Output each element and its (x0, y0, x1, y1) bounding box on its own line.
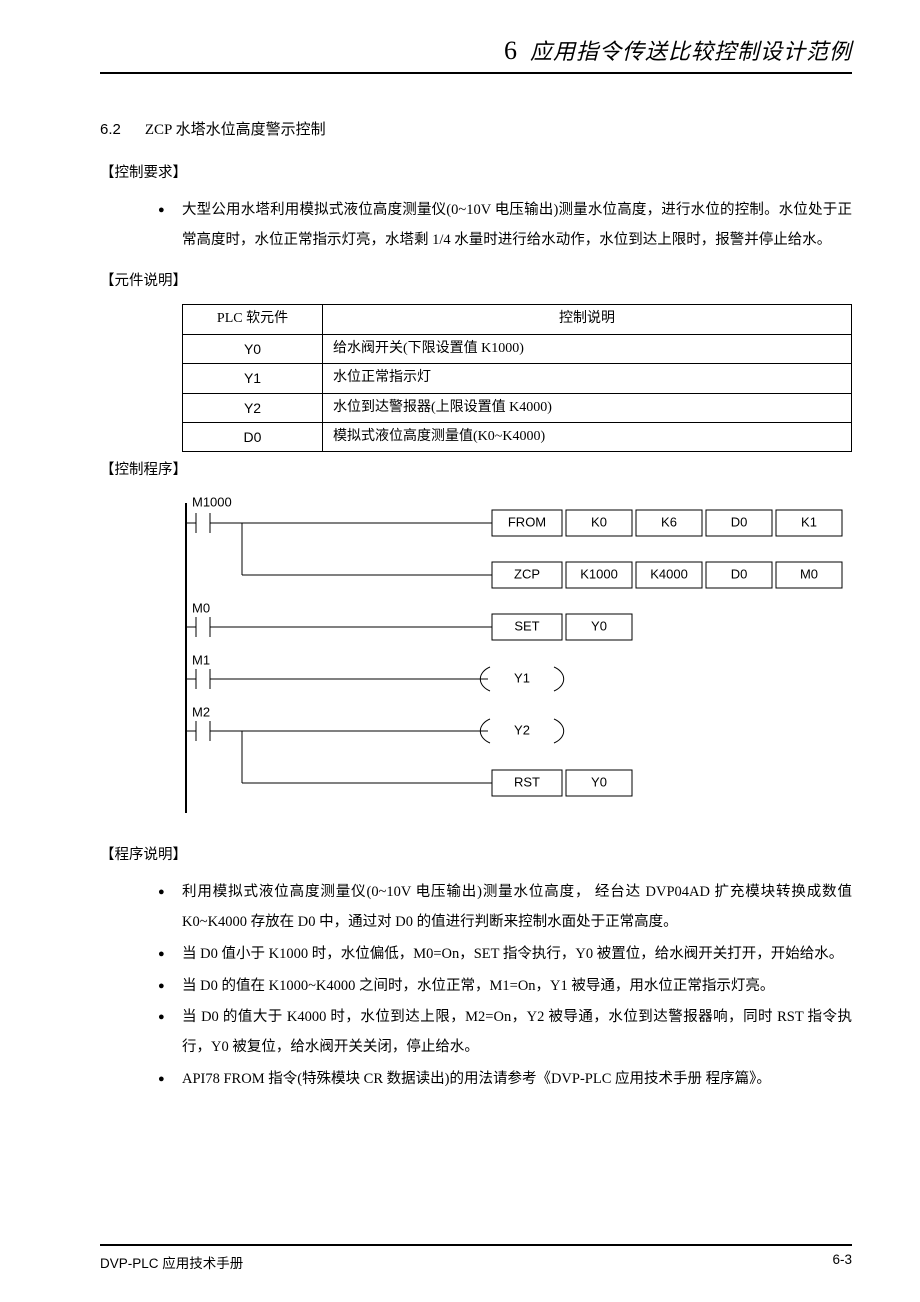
svg-text:M2: M2 (192, 705, 210, 720)
svg-text:ZCP: ZCP (514, 567, 540, 582)
footer-left: DVP-PLC 应用技术手册 (100, 1252, 243, 1272)
list-item: 大型公用水塔利用模拟式液位高度测量仪(0~10V 电压输出)测量水位高度，进行水… (182, 196, 852, 255)
component-table: PLC 软元件 控制说明 Y0给水阀开关(下限设置值 K1000) Y1水位正常… (182, 304, 852, 452)
svg-text:M0: M0 (800, 567, 818, 582)
svg-text:FROM: FROM (508, 515, 546, 530)
table-row: D0模拟式液位高度测量值(K0~K4000) (183, 423, 852, 452)
svg-text:K6: K6 (661, 515, 677, 530)
table-header: 控制说明 (323, 305, 852, 334)
table-row: Y2水位到达警报器(上限设置值 K4000) (183, 393, 852, 422)
svg-text:K0: K0 (591, 515, 607, 530)
chapter-title: 应用指令传送比较控制设计范例 (530, 39, 852, 64)
svg-text:Y0: Y0 (591, 775, 607, 790)
svg-text:Y2: Y2 (514, 723, 530, 738)
svg-text:K4000: K4000 (650, 567, 688, 582)
list-item: 当 D0 值小于 K1000 时，水位偏低，M0=On，SET 指令执行，Y0 … (182, 940, 852, 970)
svg-text:K1: K1 (801, 515, 817, 530)
svg-text:K1000: K1000 (580, 567, 618, 582)
page-footer: DVP-PLC 应用技术手册 6-3 (100, 1244, 852, 1272)
table-row: Y1水位正常指示灯 (183, 364, 852, 393)
svg-text:RST: RST (514, 775, 540, 790)
requirements-list: 大型公用水塔利用模拟式液位高度测量仪(0~10V 电压输出)测量水位高度，进行水… (100, 196, 852, 255)
chapter-number: 6 (504, 36, 518, 65)
svg-text:M1: M1 (192, 653, 210, 668)
rung-2: ZCP K1000 K4000 D0 M0 (242, 562, 842, 588)
svg-text:Y0: Y0 (591, 619, 607, 634)
subhead-components: 【元件说明】 (100, 269, 852, 290)
subhead-requirements: 【控制要求】 (100, 161, 852, 182)
table-row: Y0给水阀开关(下限设置值 K1000) (183, 334, 852, 363)
description-list: 利用模拟式液位高度测量仪(0~10V 电压输出)测量水位高度， 经台达 DVP0… (100, 878, 852, 1094)
svg-text:M0: M0 (192, 601, 210, 616)
svg-text:D0: D0 (731, 567, 748, 582)
table-header: PLC 软元件 (183, 305, 323, 334)
svg-text:M1000: M1000 (192, 495, 232, 510)
subhead-program: 【控制程序】 (100, 458, 852, 479)
svg-text:Y1: Y1 (514, 671, 530, 686)
svg-text:SET: SET (514, 619, 539, 634)
list-item: API78 FROM 指令(特殊模块 CR 数据读出)的用法请参考《DVP-PL… (182, 1065, 852, 1095)
rung-6: RST Y0 (242, 770, 632, 796)
ladder-diagram: M1000 FROM K0 K6 D0 K1 ZCP (100, 493, 852, 823)
list-item: 当 D0 的值大于 K4000 时，水位到达上限，M2=On，Y2 被导通，水位… (182, 1003, 852, 1062)
section-number: 6.2 (100, 121, 121, 138)
rung-4: M1 Y1 (186, 653, 564, 692)
list-item: 当 D0 的值在 K1000~K4000 之间时，水位正常，M1=On，Y1 被… (182, 972, 852, 1002)
section-title: 6.2 ZCP 水塔水位高度警示控制 (100, 118, 852, 139)
rung-3: M0 SET Y0 (186, 601, 632, 641)
subhead-description: 【程序说明】 (100, 843, 852, 864)
svg-text:D0: D0 (731, 515, 748, 530)
table-header-row: PLC 软元件 控制说明 (183, 305, 852, 334)
chapter-header: 6 应用指令传送比较控制设计范例 (100, 34, 852, 74)
footer-right: 6-3 (832, 1252, 852, 1272)
list-item: 利用模拟式液位高度测量仪(0~10V 电压输出)测量水位高度， 经台达 DVP0… (182, 878, 852, 937)
section-name: ZCP 水塔水位高度警示控制 (145, 122, 326, 138)
